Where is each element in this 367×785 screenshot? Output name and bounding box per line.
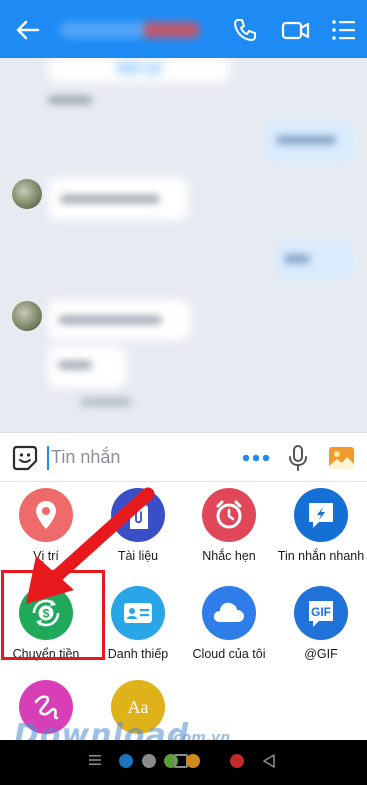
- list-menu-icon[interactable]: [330, 16, 358, 44]
- nav-dot: [230, 754, 244, 768]
- highlight-box: [1, 570, 105, 660]
- recent-apps-icon[interactable]: [88, 753, 102, 767]
- my-cloud-button[interactable]: Cloud của tôi: [183, 586, 275, 662]
- business-card-label: Danh thiếp: [107, 647, 169, 661]
- arrow-left-icon[interactable]: [14, 16, 42, 44]
- nav-back-icon[interactable]: [262, 753, 276, 769]
- business-card-button[interactable]: Danh thiếp: [92, 586, 184, 662]
- sticker-icon[interactable]: [12, 445, 38, 471]
- app-header: [0, 0, 367, 58]
- location-pin-icon: [36, 501, 56, 529]
- system-navigation-bar: [0, 740, 367, 785]
- timestamp-blurred: [48, 96, 92, 104]
- text-cursor: [47, 446, 49, 470]
- conversation-title-blurred[interactable]: [60, 22, 200, 38]
- alarm-clock-icon: [216, 500, 242, 529]
- message-text-blurred: [58, 316, 162, 324]
- message-input-bar: Tin nhắn: [0, 432, 367, 482]
- call-back-button[interactable]: GỌI LẠI: [48, 58, 230, 82]
- quick-message-button[interactable]: Tin nhắn nhanh: [275, 488, 367, 564]
- message-text-blurred: [60, 195, 160, 203]
- my-cloud-label: Cloud của tôi: [192, 647, 266, 661]
- nav-dot: [186, 754, 200, 768]
- microphone-icon[interactable]: [288, 444, 308, 472]
- reminder-button[interactable]: Nhắc hẹn: [183, 488, 275, 564]
- gif-label: @GIF: [304, 647, 338, 661]
- location-label: Vị trí: [33, 549, 59, 563]
- message-text-blurred: [276, 136, 336, 144]
- location-button[interactable]: Vị trí: [0, 488, 92, 564]
- timestamp-blurred: [80, 398, 132, 406]
- avatar[interactable]: [12, 179, 42, 209]
- avatar[interactable]: [12, 301, 42, 331]
- message-text-blurred: [284, 255, 310, 263]
- document-button[interactable]: Tài liệu: [92, 488, 184, 564]
- phone-icon[interactable]: [231, 16, 259, 44]
- svg-text:Aa: Aa: [128, 697, 149, 717]
- nav-dot: [119, 754, 133, 768]
- cloud-icon: [213, 602, 244, 622]
- business-card-icon: [124, 603, 152, 623]
- gif-button[interactable]: GIF @GIF: [275, 586, 367, 662]
- gif-icon: GIF: [309, 601, 333, 627]
- quick-message-label: Tin nhắn nhanh: [277, 549, 365, 563]
- image-gallery-icon[interactable]: [328, 445, 355, 471]
- document-label: Tài liệu: [117, 549, 159, 563]
- svg-text:GIF: GIF: [311, 605, 331, 619]
- more-dots-icon[interactable]: [242, 451, 270, 465]
- nav-dot: [142, 754, 156, 768]
- chat-history[interactable]: GỌI LẠI: [0, 58, 367, 432]
- reminder-label: Nhắc hẹn: [202, 549, 256, 563]
- document-icon: [130, 501, 148, 529]
- quick-message-icon: [309, 503, 333, 528]
- video-camera-icon[interactable]: [281, 16, 311, 44]
- message-text-blurred: [58, 361, 92, 369]
- message-input[interactable]: Tin nhắn: [51, 447, 120, 468]
